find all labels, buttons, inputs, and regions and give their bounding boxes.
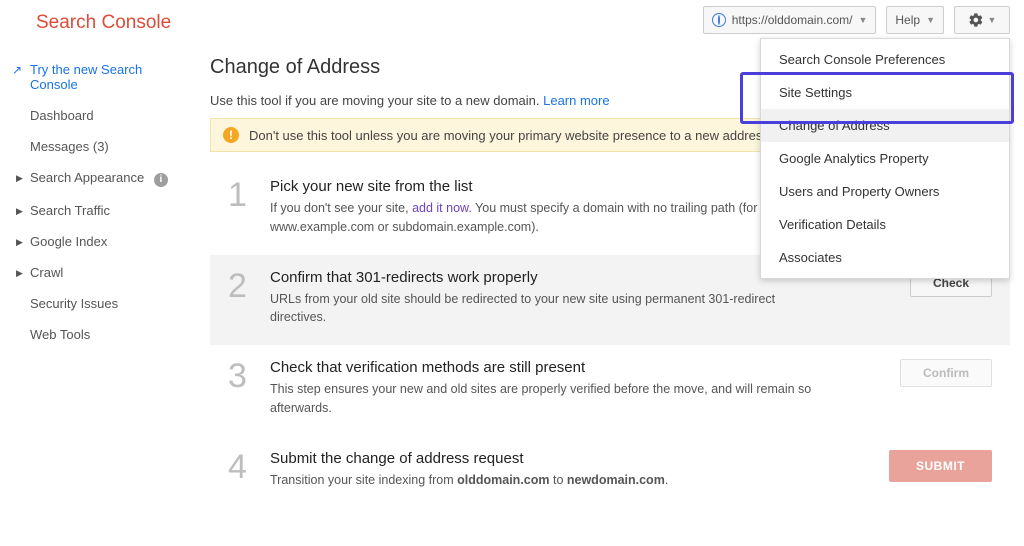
- sidebar-item-google-index[interactable]: ▶ Google Index: [8, 226, 200, 257]
- sidebar-item-label: Messages (3): [30, 139, 109, 154]
- menu-item-preferences[interactable]: Search Console Preferences: [761, 43, 1009, 76]
- menu-item-site-settings[interactable]: Site Settings: [761, 76, 1009, 109]
- submit-button[interactable]: SUBMIT: [889, 450, 992, 482]
- learn-more-link[interactable]: Learn more: [543, 93, 609, 108]
- sidebar-item-search-traffic[interactable]: ▶ Search Traffic: [8, 195, 200, 226]
- chevron-down-icon: ▼: [858, 15, 867, 25]
- step-4: 4 Submit the change of address request T…: [210, 436, 1010, 508]
- sidebar-item-web-tools[interactable]: Web Tools: [8, 319, 200, 350]
- step-number: 1: [228, 178, 252, 212]
- chevron-down-icon: ▼: [926, 15, 935, 25]
- sidebar-item-label: Web Tools: [30, 327, 90, 342]
- caret-right-icon: ▶: [16, 268, 23, 279]
- sidebar-item-crawl[interactable]: ▶ Crawl: [8, 257, 200, 288]
- step-desc: URLs from your old site should be redire…: [270, 290, 830, 328]
- sidebar-item-messages[interactable]: Messages (3): [8, 131, 200, 162]
- sidebar-item-label: Search Traffic: [30, 203, 110, 218]
- old-domain: olddomain.com: [457, 473, 549, 487]
- step-number: 3: [228, 359, 252, 393]
- alert-text: Don't use this tool unless you are movin…: [249, 128, 772, 143]
- add-it-now-link[interactable]: add it now.: [412, 201, 472, 215]
- step-title: Submit the change of address request: [270, 450, 871, 467]
- step-title: Pick your new site from the list: [270, 178, 816, 195]
- menu-item-users[interactable]: Users and Property Owners: [761, 175, 1009, 208]
- sidebar: ↗ Try the new Search Console Dashboard M…: [0, 54, 200, 350]
- step-desc: Transition your site indexing from olddo…: [270, 471, 830, 490]
- property-url: https://olddomain.com/: [732, 13, 853, 27]
- sidebar-item-search-appearance[interactable]: ▶ Search Appearance i: [8, 162, 200, 195]
- step-desc: If you don't see your site, add it now. …: [270, 199, 816, 237]
- settings-menu: Search Console Preferences Site Settings…: [760, 38, 1010, 279]
- menu-item-verification[interactable]: Verification Details: [761, 208, 1009, 241]
- step-desc: This step ensures your new and old sites…: [270, 380, 830, 418]
- sidebar-item-try-new[interactable]: ↗ Try the new Search Console: [8, 54, 200, 100]
- help-button[interactable]: Help ▼: [886, 6, 944, 34]
- chevron-down-icon: ▼: [988, 15, 997, 25]
- sidebar-item-dashboard[interactable]: Dashboard: [8, 100, 200, 131]
- caret-right-icon: ▶: [16, 173, 23, 184]
- warning-icon: !: [223, 127, 239, 143]
- step-3: 3 Check that verification methods are st…: [210, 345, 1010, 436]
- intro-text: Use this tool if you are moving your sit…: [210, 93, 543, 108]
- sidebar-item-security[interactable]: Security Issues: [8, 288, 200, 319]
- confirm-button[interactable]: Confirm: [900, 359, 992, 387]
- sidebar-item-label: Crawl: [30, 265, 63, 280]
- info-icon: i: [154, 173, 168, 187]
- step-number: 4: [228, 450, 252, 484]
- sidebar-item-label: Dashboard: [30, 108, 94, 123]
- gear-icon: [968, 12, 984, 28]
- external-link-icon: ↗: [12, 63, 22, 77]
- sidebar-item-label: Try the new Search Console: [30, 62, 142, 92]
- caret-right-icon: ▶: [16, 237, 23, 248]
- caret-right-icon: ▶: [16, 206, 23, 217]
- property-selector[interactable]: https://olddomain.com/ ▼: [703, 6, 877, 34]
- new-domain: newdomain.com: [567, 473, 665, 487]
- sidebar-item-label: Security Issues: [30, 296, 118, 311]
- menu-item-google-analytics[interactable]: Google Analytics Property: [761, 142, 1009, 175]
- help-label: Help: [895, 13, 920, 27]
- sidebar-item-label: Google Index: [30, 234, 107, 249]
- app-logo: Search Console: [36, 12, 171, 34]
- step-number: 2: [228, 269, 252, 303]
- menu-item-change-of-address[interactable]: Change of Address: [761, 109, 1009, 142]
- settings-button[interactable]: ▼: [954, 6, 1010, 34]
- globe-icon: [712, 13, 726, 27]
- sidebar-item-label: Search Appearance: [30, 170, 144, 185]
- menu-item-associates[interactable]: Associates: [761, 241, 1009, 274]
- step-title: Check that verification methods are stil…: [270, 359, 882, 376]
